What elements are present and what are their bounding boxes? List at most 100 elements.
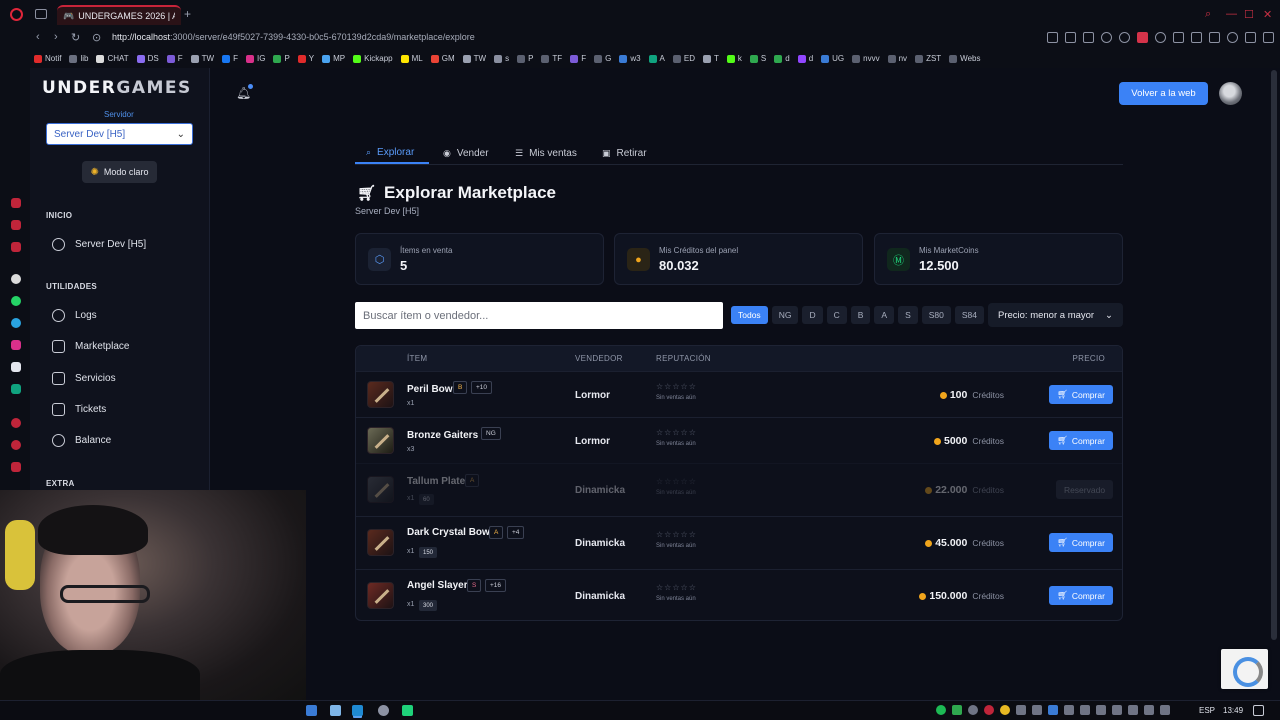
opera-tray-icon[interactable]: [984, 705, 994, 715]
server-select[interactable]: Server Dev [H5] ⌄: [46, 123, 193, 145]
mic-icon[interactable]: [1032, 705, 1042, 715]
reload-icon[interactable]: ↻: [71, 31, 80, 44]
spotify-icon[interactable]: [11, 384, 21, 394]
chip-a[interactable]: A: [874, 306, 895, 324]
chrome-icon[interactable]: [1000, 705, 1010, 715]
bookmark-item[interactable]: d: [797, 54, 813, 63]
scrollbar-thumb[interactable]: [1271, 70, 1277, 640]
tab-list-icon[interactable]: [35, 9, 47, 19]
taskbar-app-icon[interactable]: [402, 705, 413, 716]
browser-tab-active[interactable]: 🎮 UNDERGAMES 2026 | Acc: [57, 5, 181, 25]
extension-icon[interactable]: [1083, 32, 1094, 43]
bookmark-item[interactable]: ED: [672, 54, 695, 63]
minimize-icon[interactable]: —: [1226, 8, 1237, 20]
back-to-web-button[interactable]: Volver a la web: [1119, 82, 1208, 105]
ext-purple-icon[interactable]: [1173, 32, 1184, 43]
site-info-icon[interactable]: ⊙: [92, 31, 101, 44]
language-indicator[interactable]: ESP: [1199, 706, 1215, 715]
chip-c[interactable]: C: [826, 306, 847, 324]
bookmark-item[interactable]: ZST: [915, 54, 941, 63]
chip-d[interactable]: D: [802, 306, 823, 324]
sort-select[interactable]: Precio: menor a mayor ⌄: [988, 303, 1123, 327]
bookmark-item[interactable]: nv: [887, 54, 907, 63]
chatgpt-icon[interactable]: [11, 274, 21, 284]
bookmark-item[interactable]: nvvv: [852, 54, 880, 63]
tab-mis-ventas[interactable]: ☰ Mis ventas: [515, 142, 577, 164]
tray-icon[interactable]: [1144, 705, 1154, 715]
close-icon[interactable]: ✕: [1263, 8, 1272, 21]
bookmark-item[interactable]: S: [749, 54, 766, 63]
download-icon[interactable]: [1245, 32, 1256, 43]
refresh-ext-icon[interactable]: [1155, 32, 1166, 43]
bookmark-item[interactable]: TW: [462, 54, 486, 63]
tray-icon[interactable]: [1016, 705, 1026, 715]
aria-icon[interactable]: [11, 198, 21, 208]
bookmark-item[interactable]: Webs: [949, 54, 980, 63]
heart-icon[interactable]: [1119, 32, 1130, 43]
bookmark-item[interactable]: P: [273, 54, 290, 63]
bookmark-item[interactable]: A: [648, 54, 665, 63]
downloads-icon[interactable]: [11, 440, 21, 450]
page-scrollbar[interactable]: [1268, 68, 1280, 700]
bookmark-item[interactable]: G: [594, 54, 611, 63]
sidebar-item-tickets[interactable]: Tickets: [52, 403, 106, 416]
recaptcha-badge[interactable]: [1221, 649, 1268, 689]
clock[interactable]: 13:49: [1223, 706, 1243, 715]
puzzle-icon[interactable]: [1191, 32, 1202, 43]
bookmark-item[interactable]: IG: [246, 54, 265, 63]
save-icon[interactable]: [1209, 32, 1220, 43]
bookmark-item[interactable]: T: [703, 54, 719, 63]
bookmark-item[interactable]: TW: [190, 54, 214, 63]
tray-icon[interactable]: [1048, 705, 1058, 715]
back-icon[interactable]: ‹: [36, 31, 40, 43]
instagram-icon[interactable]: [11, 340, 21, 350]
profile-icon[interactable]: [1227, 32, 1238, 43]
adblock-icon[interactable]: [1137, 32, 1148, 43]
taskbar-app-icon[interactable]: [378, 705, 389, 716]
taskbar-app-icon[interactable]: [306, 705, 317, 716]
sidebar-item-servicios[interactable]: Servicios: [52, 372, 116, 385]
discord-icon[interactable]: [11, 362, 21, 372]
sidebar-item-marketplace[interactable]: Marketplace: [52, 340, 129, 353]
chip-ng[interactable]: NG: [771, 306, 799, 324]
taskbar-app-icon[interactable]: [330, 705, 341, 716]
steam-icon[interactable]: [1128, 705, 1138, 715]
chip-s[interactable]: S: [898, 306, 918, 324]
opera-logo-icon[interactable]: [10, 8, 23, 21]
tray-icon[interactable]: [1064, 705, 1074, 715]
bookmark-item[interactable]: lib: [69, 54, 88, 63]
bookmark-item[interactable]: MP: [322, 54, 345, 63]
buy-button[interactable]: 🛒︎ Comprar: [1049, 385, 1113, 404]
tab-explorar[interactable]: ⌕ Explorar: [355, 142, 429, 164]
pin-icon[interactable]: [1047, 32, 1058, 43]
bookmark-item[interactable]: DS: [136, 54, 159, 63]
light-mode-button[interactable]: ✺ Modo claro: [82, 161, 157, 183]
tab-retirar[interactable]: ▣ Retirar: [602, 142, 647, 164]
network-icon[interactable]: [1160, 705, 1170, 715]
bookmark-item[interactable]: TF: [541, 54, 562, 63]
buy-button[interactable]: 🛒︎ Comprar: [1049, 431, 1113, 450]
new-tab-button[interactable]: +: [184, 7, 191, 21]
bookmark-item[interactable]: d: [774, 54, 790, 63]
history-icon[interactable]: [11, 418, 21, 428]
bell-icon[interactable]: 🔔︎: [236, 86, 251, 100]
menu-icon[interactable]: [1263, 32, 1274, 43]
bookmark-item[interactable]: GM: [430, 54, 455, 63]
sidebar-item-balance[interactable]: Balance: [52, 434, 111, 447]
search-input[interactable]: Buscar ítem o vendedor...: [355, 302, 723, 329]
table-row[interactable]: Dark Crystal Bow A +4 x1 150 Dinamicka ☆…: [356, 516, 1122, 569]
bookmark-item[interactable]: Kickapp: [353, 54, 393, 63]
url-field[interactable]: http://localhost:3000/server/e49f5027-73…: [112, 32, 475, 42]
maximize-icon[interactable]: ☐: [1244, 8, 1254, 21]
telegram-icon[interactable]: [11, 318, 21, 328]
chip-s84[interactable]: S84: [954, 306, 984, 324]
table-row[interactable]: Angel Slayer S +16 x1 300 Dinamicka ☆☆☆☆…: [356, 569, 1122, 620]
search-icon[interactable]: ⌕: [1205, 8, 1211, 21]
settings-icon[interactable]: [11, 462, 21, 472]
chip-b[interactable]: B: [850, 306, 871, 324]
table-row[interactable]: Peril Bow B +10 x1 Lormor ☆☆☆☆☆ Sin vent…: [356, 371, 1122, 417]
bookmark-item[interactable]: ML: [400, 54, 423, 63]
chip-todos[interactable]: Todos: [731, 306, 768, 324]
volume-icon[interactable]: [1096, 705, 1106, 715]
buy-button[interactable]: 🛒︎ Comprar: [1049, 533, 1113, 552]
